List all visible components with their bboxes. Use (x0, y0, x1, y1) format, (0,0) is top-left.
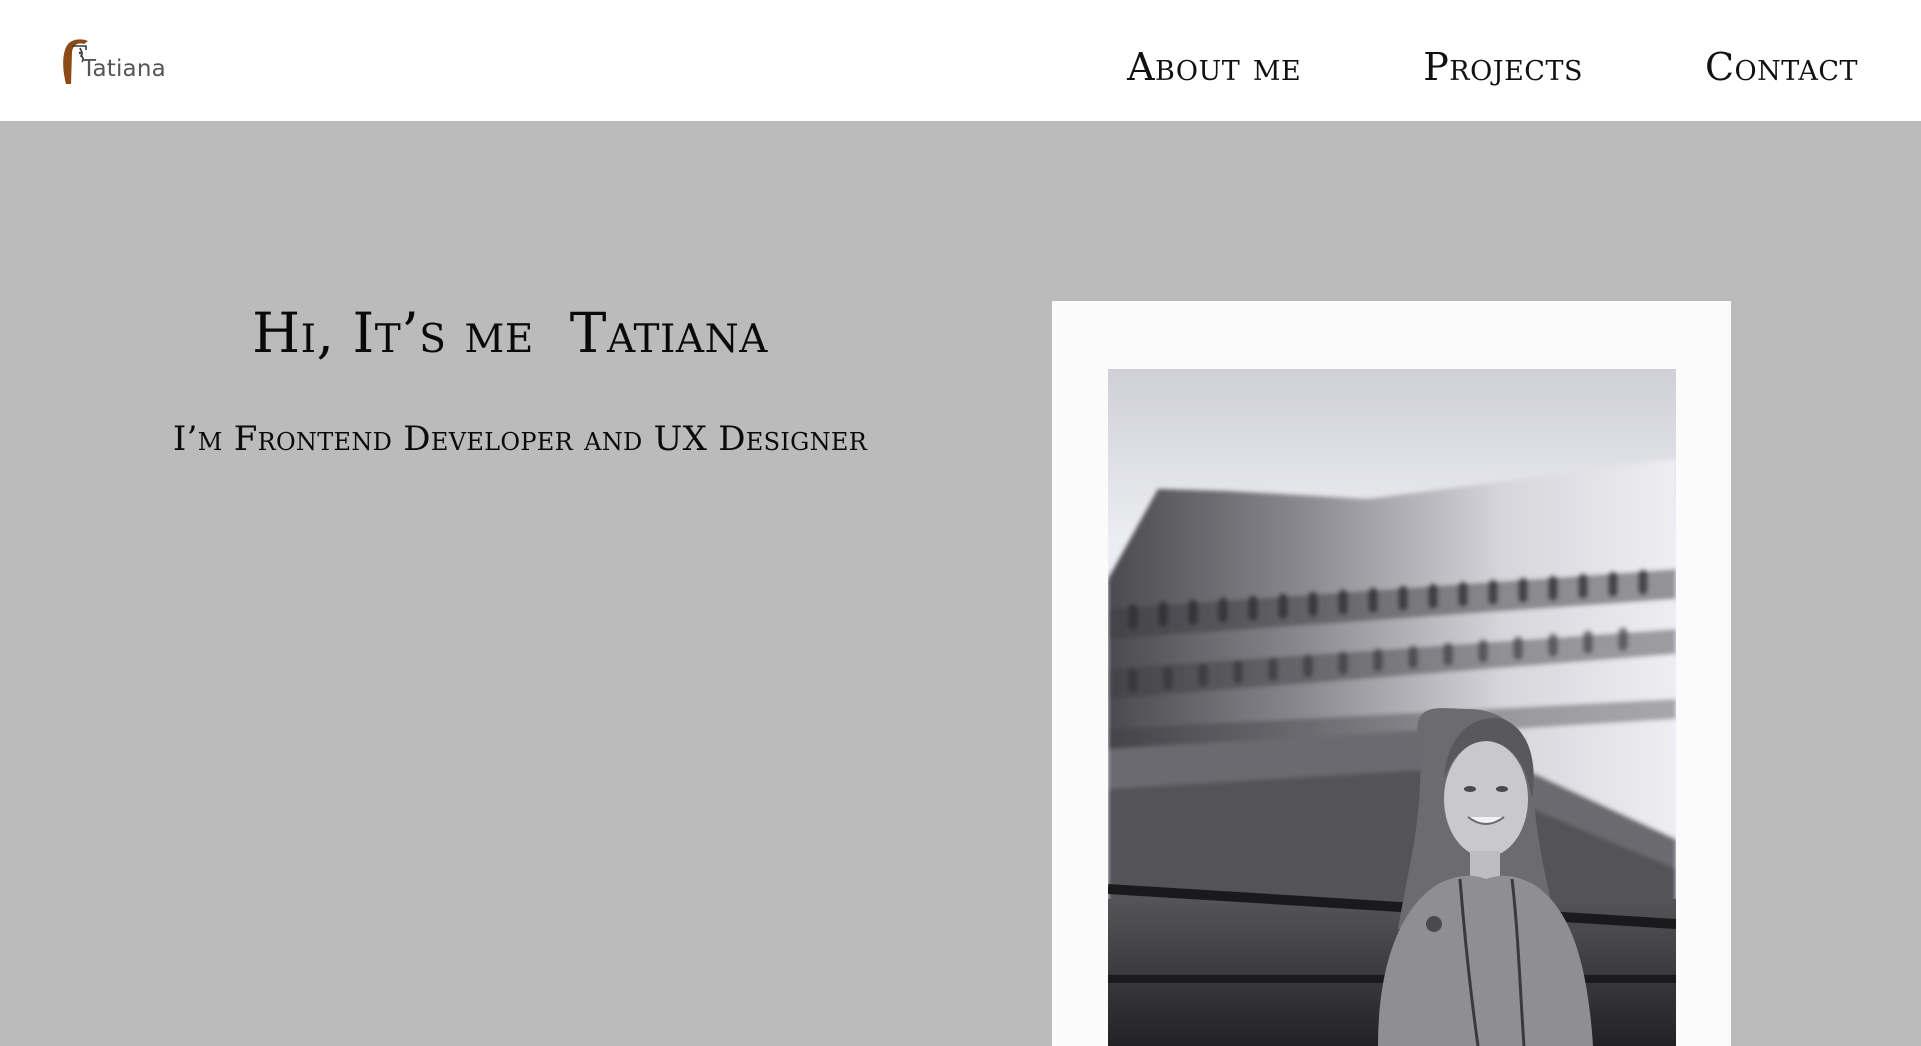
site-logo[interactable]: Tatiana (60, 38, 180, 86)
hero-title: Hi, It’s me Tatiana (252, 301, 768, 365)
hero-subtitle: I’m Frontend Developer and UX Designer (172, 419, 868, 459)
photo-frame (1052, 301, 1731, 1046)
portrait-photo (1108, 369, 1676, 1046)
nav-projects[interactable]: Projects (1423, 45, 1583, 89)
nav-about-me[interactable]: About me (1127, 45, 1301, 89)
nav-contact[interactable]: Contact (1705, 45, 1858, 89)
portrait-photo-image (1108, 369, 1676, 1046)
main-nav: About me Projects Contact (1127, 42, 1858, 92)
hero-section: Hi, It’s me Tatiana I’m Frontend Develop… (0, 121, 1921, 1046)
site-header: Tatiana About me Projects Contact (0, 0, 1921, 121)
logo-text: Tatiana (82, 56, 166, 82)
